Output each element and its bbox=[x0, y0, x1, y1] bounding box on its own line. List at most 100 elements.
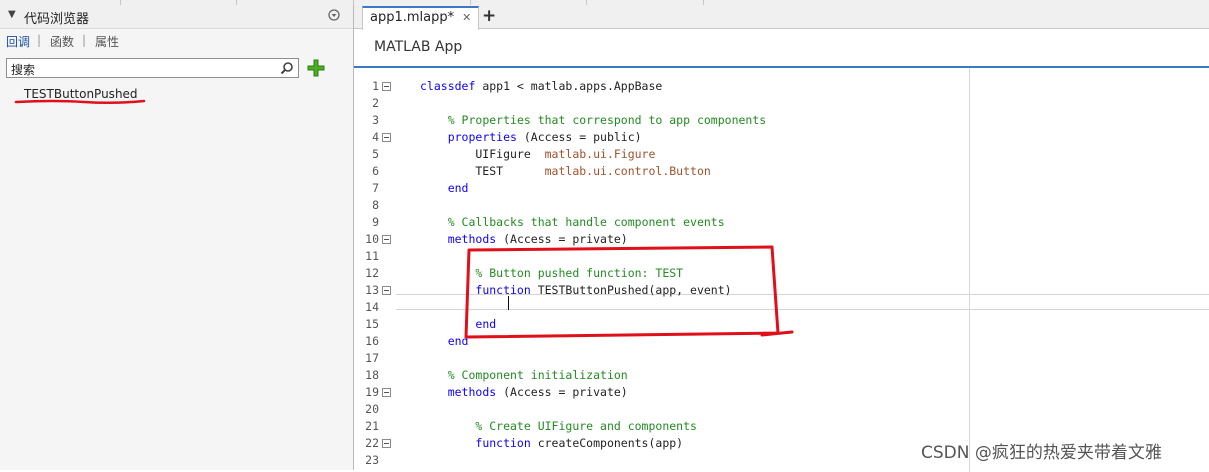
code-token: function bbox=[475, 436, 531, 450]
code-line[interactable]: 7 end bbox=[354, 180, 1209, 197]
line-number: 23 bbox=[365, 453, 379, 467]
fold-toggle-icon[interactable] bbox=[382, 439, 391, 448]
search-input[interactable]: 搜索 bbox=[11, 61, 35, 78]
line-number: 12 bbox=[365, 266, 379, 280]
code-text: UIFigure matlab.ui.Figure bbox=[420, 146, 655, 163]
code-text: % Create UIFigure and components bbox=[420, 418, 697, 435]
line-number: 15 bbox=[365, 317, 379, 331]
code-token: createComponents(app) bbox=[530, 436, 684, 450]
line-number: 18 bbox=[365, 368, 379, 382]
code-line[interactable]: 17 bbox=[354, 350, 1209, 367]
code-token: matlab.ui.control.Button bbox=[544, 164, 711, 178]
code-line[interactable]: 1 classdef app1 < matlab.apps.AppBase bbox=[354, 78, 1209, 95]
code-text: properties (Access = public) bbox=[420, 129, 642, 146]
line-number: 9 bbox=[372, 215, 379, 229]
line-number: 20 bbox=[365, 402, 379, 416]
code-line[interactable]: 19 methods (Access = private) bbox=[354, 384, 1209, 401]
file-tab-app1[interactable]: app1.mlapp* ✕ bbox=[362, 6, 480, 30]
fold-toggle-icon[interactable] bbox=[382, 388, 391, 397]
code-token: end bbox=[447, 181, 469, 195]
code-token: TEST bbox=[420, 164, 545, 178]
code-text: function createComponents(app) bbox=[420, 435, 683, 452]
line-number: 17 bbox=[365, 351, 379, 365]
line-number: 1 bbox=[372, 79, 379, 93]
line-number: 13 bbox=[365, 283, 379, 297]
tab-functions[interactable]: 函数 bbox=[50, 33, 74, 50]
code-text: TEST matlab.ui.control.Button bbox=[420, 163, 711, 180]
new-tab-plus-icon[interactable]: + bbox=[482, 6, 496, 26]
code-token: (Access = public) bbox=[516, 130, 642, 144]
code-token: classdef bbox=[420, 79, 476, 93]
file-tab-label: app1.mlapp* bbox=[370, 10, 455, 25]
line-number: 16 bbox=[365, 334, 379, 348]
tab-divider: | bbox=[37, 33, 42, 47]
search-field[interactable]: 搜索 bbox=[6, 58, 299, 78]
line-number: 10 bbox=[365, 232, 379, 246]
tab-callbacks[interactable]: 回调 bbox=[6, 33, 30, 50]
fold-toggle-icon[interactable] bbox=[382, 82, 391, 91]
code-token: app1 < matlab.apps.AppBase bbox=[475, 79, 663, 93]
code-token: UIFigure bbox=[420, 147, 545, 161]
code-token: methods bbox=[447, 385, 497, 399]
code-text: % Callbacks that handle component events bbox=[420, 214, 725, 231]
code-line[interactable]: 5 UIFigure matlab.ui.Figure bbox=[354, 146, 1209, 163]
code-line[interactable]: 18 % Component initialization bbox=[354, 367, 1209, 384]
code-browser-header[interactable]: ▼ 代码浏览器 bbox=[0, 5, 353, 29]
code-line[interactable]: 3 % Properties that correspond to app co… bbox=[354, 112, 1209, 129]
search-icon[interactable] bbox=[280, 61, 294, 75]
code-line[interactable]: 6 TEST matlab.ui.control.Button bbox=[354, 163, 1209, 180]
line-number: 3 bbox=[372, 113, 379, 127]
line-number: 21 bbox=[365, 419, 379, 433]
line-number: 4 bbox=[372, 130, 379, 144]
fold-toggle-icon[interactable] bbox=[382, 286, 391, 295]
code-line[interactable]: 21 % Create UIFigure and components bbox=[354, 418, 1209, 435]
code-token: % Properties that correspond to app comp… bbox=[447, 113, 767, 127]
collapse-arrow-icon[interactable]: ▼ bbox=[8, 9, 16, 20]
line-number: 2 bbox=[372, 96, 379, 110]
code-editor[interactable]: 1 classdef app1 < matlab.apps.AppBase 2 3 %… bbox=[354, 66, 1209, 472]
code-text: % Component initialization bbox=[420, 367, 628, 384]
line-number: 14 bbox=[365, 300, 379, 314]
code-line[interactable]: 20 bbox=[354, 401, 1209, 418]
fold-toggle-icon[interactable] bbox=[382, 133, 391, 142]
red-underline-annotation bbox=[14, 99, 146, 105]
code-line[interactable]: 4 properties (Access = public) bbox=[354, 129, 1209, 146]
code-text: classdef app1 < matlab.apps.AppBase bbox=[420, 78, 662, 95]
code-token: matlab.ui.Figure bbox=[544, 147, 656, 161]
line-number: 8 bbox=[372, 198, 379, 212]
line-number: 7 bbox=[372, 181, 379, 195]
close-tab-icon[interactable]: ✕ bbox=[462, 11, 471, 24]
add-callback-icon[interactable] bbox=[306, 58, 326, 78]
line-number: 19 bbox=[365, 385, 379, 399]
line-number: 5 bbox=[372, 147, 379, 161]
tab-properties[interactable]: 属性 bbox=[95, 33, 119, 50]
code-text: methods (Access = private) bbox=[420, 384, 628, 401]
fold-toggle-icon[interactable] bbox=[382, 235, 391, 244]
code-token: % Component initialization bbox=[447, 368, 628, 382]
editor-tab-bar: app1.mlapp* ✕ + bbox=[354, 5, 1209, 30]
editor-panel: app1.mlapp* ✕ + MATLAB App 1 classdef app1… bbox=[354, 5, 1209, 472]
code-text: end bbox=[420, 180, 469, 197]
red-box-annotation bbox=[464, 245, 794, 339]
code-browser-title: 代码浏览器 bbox=[24, 12, 90, 27]
line-number: 22 bbox=[365, 436, 379, 450]
code-line[interactable]: 8 bbox=[354, 197, 1209, 214]
panel-menu-icon[interactable] bbox=[328, 9, 340, 21]
code-browser-panel: ▼ 代码浏览器 回调 | 函数 | 属性 搜索 TESTButtonPushed bbox=[0, 5, 354, 470]
code-token: % Callbacks that handle component events bbox=[447, 215, 725, 229]
code-line[interactable]: 9 % Callbacks that handle component even… bbox=[354, 214, 1209, 231]
tab-divider: | bbox=[82, 33, 87, 47]
code-line[interactable]: 2 bbox=[354, 95, 1209, 112]
code-token: % Create UIFigure and components bbox=[475, 419, 697, 433]
watermark-text: CSDN @疯狂的热爱夹带着文雅 bbox=[921, 443, 1162, 463]
code-text: % Properties that correspond to app comp… bbox=[420, 112, 767, 129]
